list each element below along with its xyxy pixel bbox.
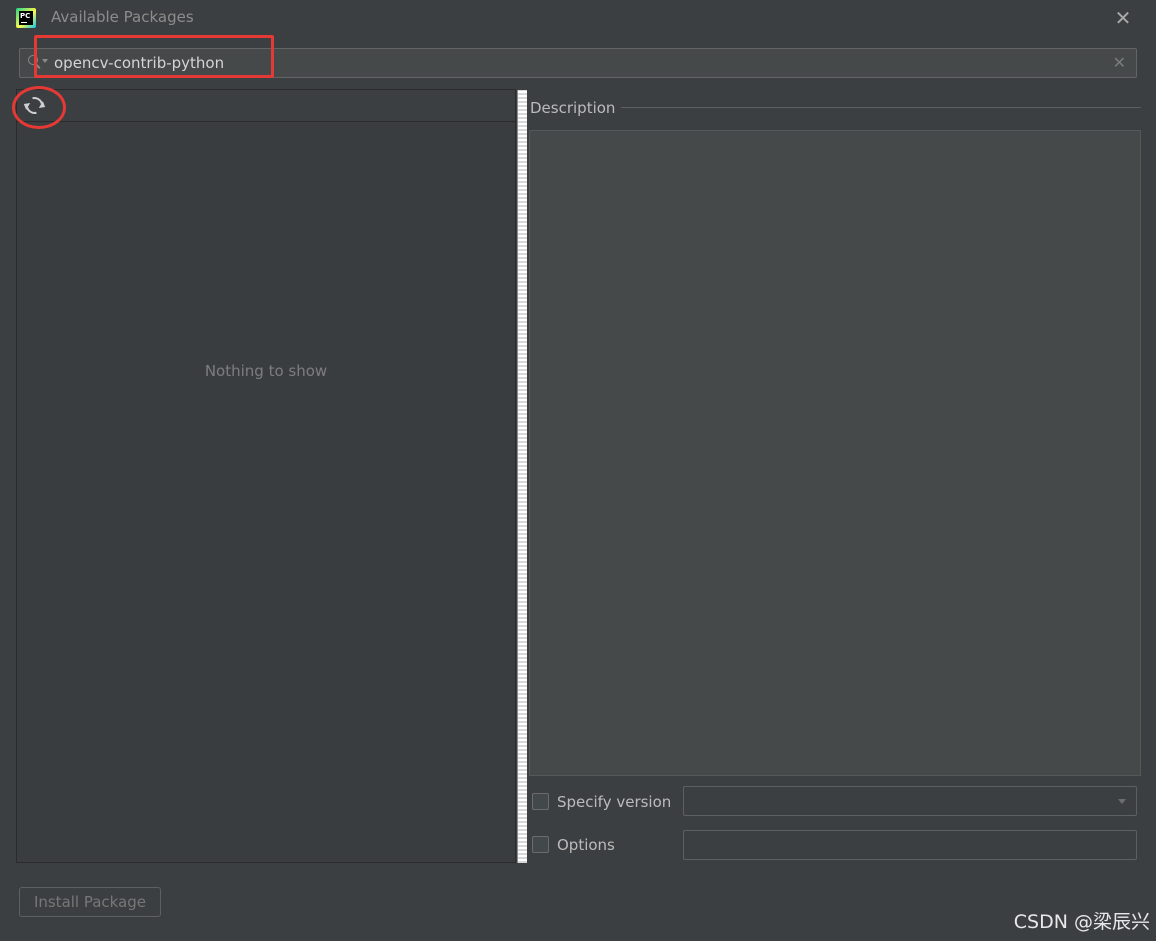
panel-splitter[interactable] xyxy=(517,90,527,863)
description-area xyxy=(529,130,1141,776)
description-separator xyxy=(621,107,1141,108)
options-label[interactable]: Options xyxy=(557,836,615,854)
available-packages-dialog: PC Available Packages ✕ ✕ Nothing to sho… xyxy=(0,0,1156,941)
search-input[interactable] xyxy=(54,51,1104,75)
watermark: CSDN @梁辰兴 xyxy=(1013,911,1150,933)
refresh-icon[interactable] xyxy=(22,93,47,118)
search-history-dropdown-icon[interactable] xyxy=(42,59,48,63)
title-bar: PC Available Packages ✕ xyxy=(0,0,1156,38)
pycharm-icon: PC xyxy=(16,8,36,28)
close-button[interactable]: ✕ xyxy=(1112,8,1134,30)
package-list-panel: Nothing to show xyxy=(16,89,516,863)
search-icon[interactable] xyxy=(28,55,42,69)
empty-list-message: Nothing to show xyxy=(204,362,328,380)
chevron-down-icon xyxy=(1118,799,1126,804)
options-input[interactable] xyxy=(683,830,1137,860)
package-list-toolbar xyxy=(17,90,515,122)
version-select[interactable] xyxy=(683,786,1137,816)
window-title: Available Packages xyxy=(51,8,194,26)
clear-search-icon[interactable]: ✕ xyxy=(1113,53,1126,72)
install-package-button[interactable]: Install Package xyxy=(19,887,161,917)
options-checkbox[interactable] xyxy=(532,836,549,853)
description-label: Description xyxy=(530,99,616,117)
specify-version-label[interactable]: Specify version xyxy=(557,793,671,811)
specify-version-checkbox[interactable] xyxy=(532,793,549,810)
search-field[interactable]: ✕ xyxy=(19,48,1137,78)
